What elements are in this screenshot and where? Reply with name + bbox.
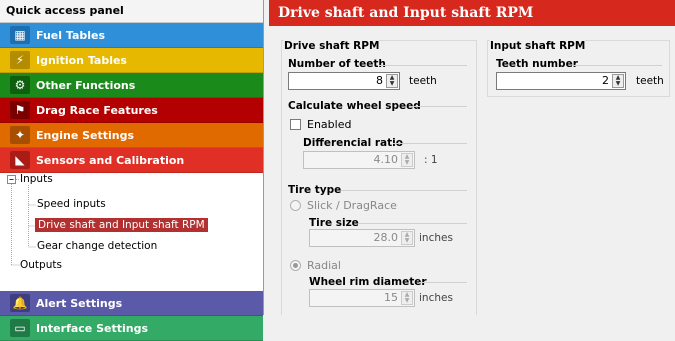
other-functions-icon: ⚙ [10,76,30,94]
tire-type-label: Tire type [288,184,342,196]
tree-item-drive-shaft[interactable]: Drive shaft and Input shaft RPM [35,218,208,232]
tire-size-unit: inches [419,232,453,244]
main-panel: Drive shaft and Input shaft RPM Drive sh… [269,0,675,315]
spin-arrows-icon[interactable]: ▲ ▼ [612,74,624,88]
divider [379,65,467,66]
category-label: Engine Settings [36,129,135,142]
alert-icon: 🔔 [10,294,30,312]
spin-arrows-icon[interactable]: ▲ ▼ [401,291,413,305]
category-fuel-tables[interactable]: ▦ Fuel Tables [0,23,263,48]
tire-size-label: Tire size [309,217,359,229]
radial-radio[interactable] [290,260,301,271]
page-title: Drive shaft and Input shaft RPM [269,0,675,26]
category-ignition-tables[interactable]: ⚡ Ignition Tables [0,48,263,73]
divider [359,223,467,224]
wheel-rim-spinbox[interactable]: 15 ▲ ▼ [309,289,415,307]
category-interface-settings[interactable]: ▭ Interface Settings [0,316,263,341]
calculate-wheel-speed-label: Calculate wheel speed [288,100,421,112]
category-label: Interface Settings [36,322,149,335]
category-alert-settings[interactable]: 🔔 Alert Settings [0,291,263,316]
divider [572,65,662,66]
settings-content: Drive shaft RPM Number of teeth 8 ▲ ▼ tee… [269,26,675,315]
drive-shaft-title: Drive shaft RPM [284,40,380,52]
divider [341,190,467,191]
differential-ratio-spinbox[interactable]: 4.10 ▲ ▼ [303,151,415,169]
category-label: Drag Race Features [36,104,158,117]
rim-unit: inches [419,292,453,304]
engine-icon: ✦ [10,126,30,144]
teeth-unit: teeth [409,75,437,87]
category-label: Sensors and Calibration [36,154,185,167]
drag-race-icon: ⚑ [10,101,30,119]
category-label: Alert Settings [36,297,123,310]
ratio-unit: : 1 [424,154,438,166]
differential-ratio-label: Differencial ratio [303,137,403,149]
drive-shaft-teeth-spinbox[interactable]: 8 ▲ ▼ [288,72,400,90]
spinbox-value: 8 [376,74,383,87]
sensors-tree: Inputs Speed inputs Drive shaft and Inpu… [0,173,263,291]
spin-arrows-icon[interactable]: ▲ ▼ [401,153,413,167]
radial-label: Radial [307,259,341,272]
category-label: Other Functions [36,79,136,92]
tree-lines [7,175,36,266]
tree-item-inputs[interactable]: Inputs [20,173,53,185]
input-shaft-teeth-spinbox[interactable]: 2 ▲ ▼ [496,72,626,90]
category-engine-settings[interactable]: ✦ Engine Settings [0,123,263,148]
ignition-icon: ⚡ [10,51,30,69]
spin-arrows-icon[interactable]: ▲ ▼ [386,74,398,88]
quick-access-panel: Quick access panel ▦ Fuel Tables ⚡ Ignit… [0,0,264,341]
slick-label: Slick / DragRace [307,199,397,212]
tire-size-spinbox[interactable]: 28.0 ▲ ▼ [309,229,415,247]
sensors-icon: ◣ [10,151,30,169]
divider [419,282,467,283]
divider [409,106,467,107]
category-label: Ignition Tables [36,54,127,67]
divider [393,143,467,144]
tree-item-speed-inputs[interactable]: Speed inputs [37,198,106,210]
number-of-teeth-label: Number of teeth [288,58,386,70]
interface-icon: ▭ [10,319,30,337]
spinbox-value: 2 [602,74,609,87]
spinbox-value: 15 [384,291,398,304]
category-other-functions[interactable]: ⚙ Other Functions [0,73,263,98]
input-teeth-unit: teeth [636,75,664,87]
tree-item-gear-change[interactable]: Gear change detection [37,240,157,252]
wheel-rim-diameter-label: Wheel rim diameter [309,276,427,288]
category-sensors-calibration[interactable]: ◣ Sensors and Calibration [0,148,263,173]
category-label: Fuel Tables [36,29,106,42]
spinbox-value: 28.0 [373,231,399,244]
input-shaft-title: Input shaft RPM [490,40,586,52]
fuel-table-icon: ▦ [10,26,30,44]
enabled-checkbox[interactable] [290,119,301,130]
category-drag-race[interactable]: ⚑ Drag Race Features [0,98,263,123]
spinbox-value: 4.10 [373,153,399,166]
slick-radio[interactable] [290,200,301,211]
teeth-number-label: Teeth number [496,58,578,70]
panel-title: Quick access panel [0,0,263,23]
enabled-label: Enabled [307,118,352,131]
spin-arrows-icon[interactable]: ▲ ▼ [401,231,413,245]
tree-item-outputs[interactable]: Outputs [20,259,62,271]
